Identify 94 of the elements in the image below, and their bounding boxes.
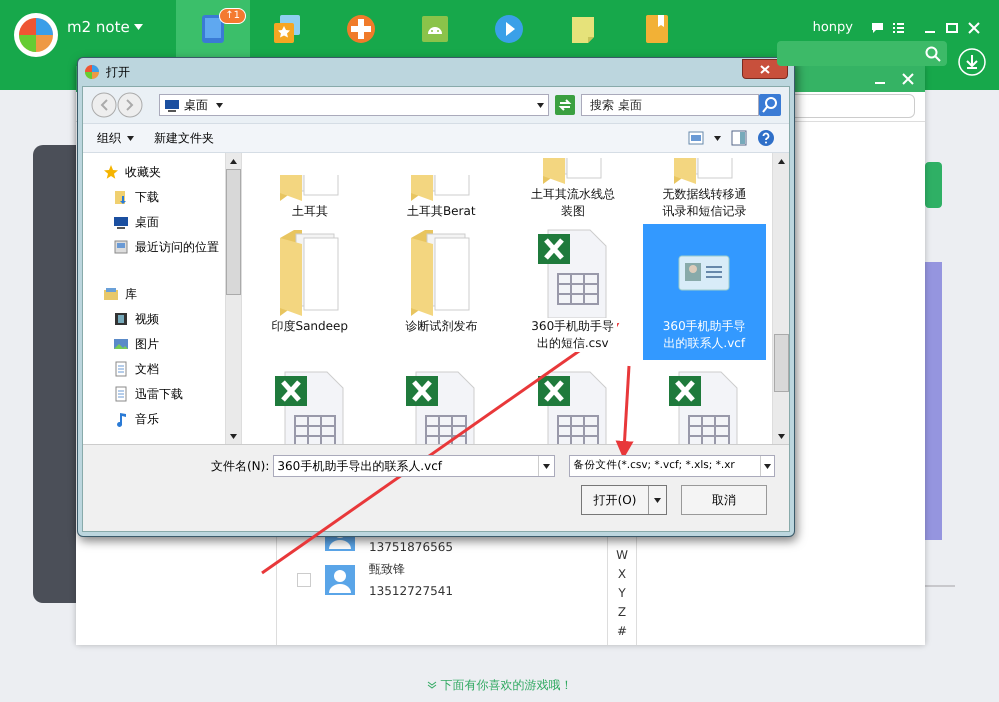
search-field[interactable]: 搜索 桌面 — [581, 94, 759, 116]
file-item[interactable]: 印度Sandeep — [248, 224, 372, 360]
nav-item[interactable]: 最近访问的位置 — [103, 238, 225, 256]
caret-icon — [543, 464, 550, 468]
help-icon[interactable] — [757, 129, 775, 147]
location-text: 桌面 — [184, 97, 208, 114]
filename-label: 文件名(N): — [211, 458, 270, 475]
search-icon — [925, 46, 941, 62]
scroll-thumb[interactable] — [226, 169, 241, 295]
checkbox[interactable] — [297, 573, 311, 587]
star-icon — [272, 12, 302, 44]
scroll-up-icon — [230, 158, 237, 164]
scroll-down-icon — [778, 434, 784, 438]
document-icon — [113, 386, 129, 402]
app-logo-icon — [84, 64, 100, 80]
desktop-icon — [164, 97, 180, 113]
recent-icon — [113, 239, 129, 255]
document-icon — [113, 361, 129, 377]
open-button[interactable]: 打开(O) — [581, 485, 667, 515]
filename-input[interactable]: 360手机助手导出的联系人.vcf — [277, 457, 538, 475]
caret-icon — [764, 464, 772, 468]
search-icon[interactable] — [759, 94, 781, 116]
contact-phone: 13512727541 — [369, 583, 453, 600]
index-letter[interactable]: X — [618, 566, 626, 582]
close-button[interactable] — [742, 59, 788, 79]
nav-item[interactable]: 迅雷下载 — [103, 385, 225, 403]
filetype-text: 备份文件(*.csv; *.vcf; *.xls; *.xr — [573, 458, 736, 474]
caret-icon — [134, 24, 143, 30]
file-item[interactable]: 360手机助手导出的短信.csv — [511, 224, 634, 360]
search-input[interactable]: 搜索 桌面 — [590, 96, 758, 114]
file-item[interactable]: 土耳其流水线总装图 — [511, 153, 634, 220]
scroll-up-icon — [778, 158, 784, 164]
dialog-title: 打开 — [106, 64, 130, 81]
toolbar-button[interactable]: 新建文件夹 — [154, 129, 214, 147]
search-field[interactable] — [777, 41, 947, 66]
app-logo-icon — [13, 12, 59, 58]
video-icon — [113, 311, 129, 327]
close-icon[interactable] — [901, 72, 915, 86]
index-letter[interactable]: Y — [618, 585, 626, 601]
download-icon — [113, 189, 129, 205]
back-icon[interactable] — [91, 92, 117, 118]
index-letter[interactable]: Z — [618, 604, 626, 620]
user-name: honpy — [812, 19, 853, 37]
contact-name: 甄致锋 — [369, 561, 406, 578]
preview-pane-icon[interactable] — [731, 130, 747, 146]
caret-icon — [127, 136, 134, 140]
file-item[interactable]: 土耳其 — [248, 153, 372, 220]
play-icon — [494, 12, 524, 44]
file-item[interactable]: 无数据线转移通讯录和短信记录 — [642, 153, 766, 220]
caret-icon — [714, 136, 721, 140]
close-icon[interactable] — [967, 22, 981, 34]
scrollbar[interactable] — [225, 153, 242, 444]
scroll-thumb[interactable] — [774, 334, 788, 392]
cancel-button[interactable]: 取消 — [681, 485, 767, 515]
nav-item[interactable]: 下载 — [103, 188, 225, 206]
scrollbar[interactable] — [772, 153, 789, 444]
forward-icon[interactable] — [117, 92, 143, 118]
index-letter[interactable]: W — [616, 547, 628, 563]
scroll-down-icon — [230, 434, 237, 438]
nav-item[interactable]: 视频 — [103, 310, 225, 328]
nav-item[interactable]: 图片 — [103, 335, 225, 353]
filename-field[interactable]: 360手机助手导出的联系人.vcf — [273, 455, 556, 477]
game-icon — [346, 12, 376, 44]
maximize-icon[interactable] — [945, 22, 959, 34]
picture-icon — [113, 336, 129, 352]
download-icon[interactable] — [958, 48, 986, 76]
caret-icon — [216, 102, 223, 108]
nav-item[interactable]: 文档 — [103, 360, 225, 378]
file-item[interactable]: 土耳其Berat — [380, 153, 503, 220]
list-icon[interactable] — [892, 22, 905, 34]
contact-phone: 13751876565 — [369, 539, 453, 556]
filetype-dropdown[interactable]: 备份文件(*.csv; *.vcf; *.xls; *.xr — [569, 455, 776, 477]
star-icon — [103, 164, 119, 180]
view-icon[interactable] — [688, 131, 704, 145]
library-icon — [103, 286, 119, 302]
nav-item[interactable]: 音乐 — [103, 410, 225, 428]
avatar-icon — [325, 565, 355, 595]
message-icon[interactable] — [871, 22, 884, 34]
index-letter[interactable]: # — [616, 623, 628, 639]
nav-group[interactable]: 收藏夹 — [103, 163, 225, 181]
address-bar[interactable]: 桌面 — [159, 94, 549, 116]
refresh-icon[interactable] — [555, 95, 575, 115]
nav-group[interactable]: 库 — [103, 285, 225, 303]
nav-item[interactable]: 桌面 — [103, 213, 225, 231]
chevron-down-icon — [426, 680, 436, 690]
file-item[interactable]: 诊断试剂发布 — [380, 224, 503, 360]
caret-icon — [654, 498, 661, 502]
file-name: 无数据线转移通讯录和短信记录 — [660, 186, 748, 220]
close-icon — [760, 64, 770, 74]
toolbar-button[interactable]: 组织 — [97, 129, 134, 147]
caret-icon — [537, 102, 544, 108]
contact-card-icon — [678, 255, 730, 291]
update-badge: ↑1 — [219, 8, 246, 24]
desktop-icon — [113, 214, 129, 230]
